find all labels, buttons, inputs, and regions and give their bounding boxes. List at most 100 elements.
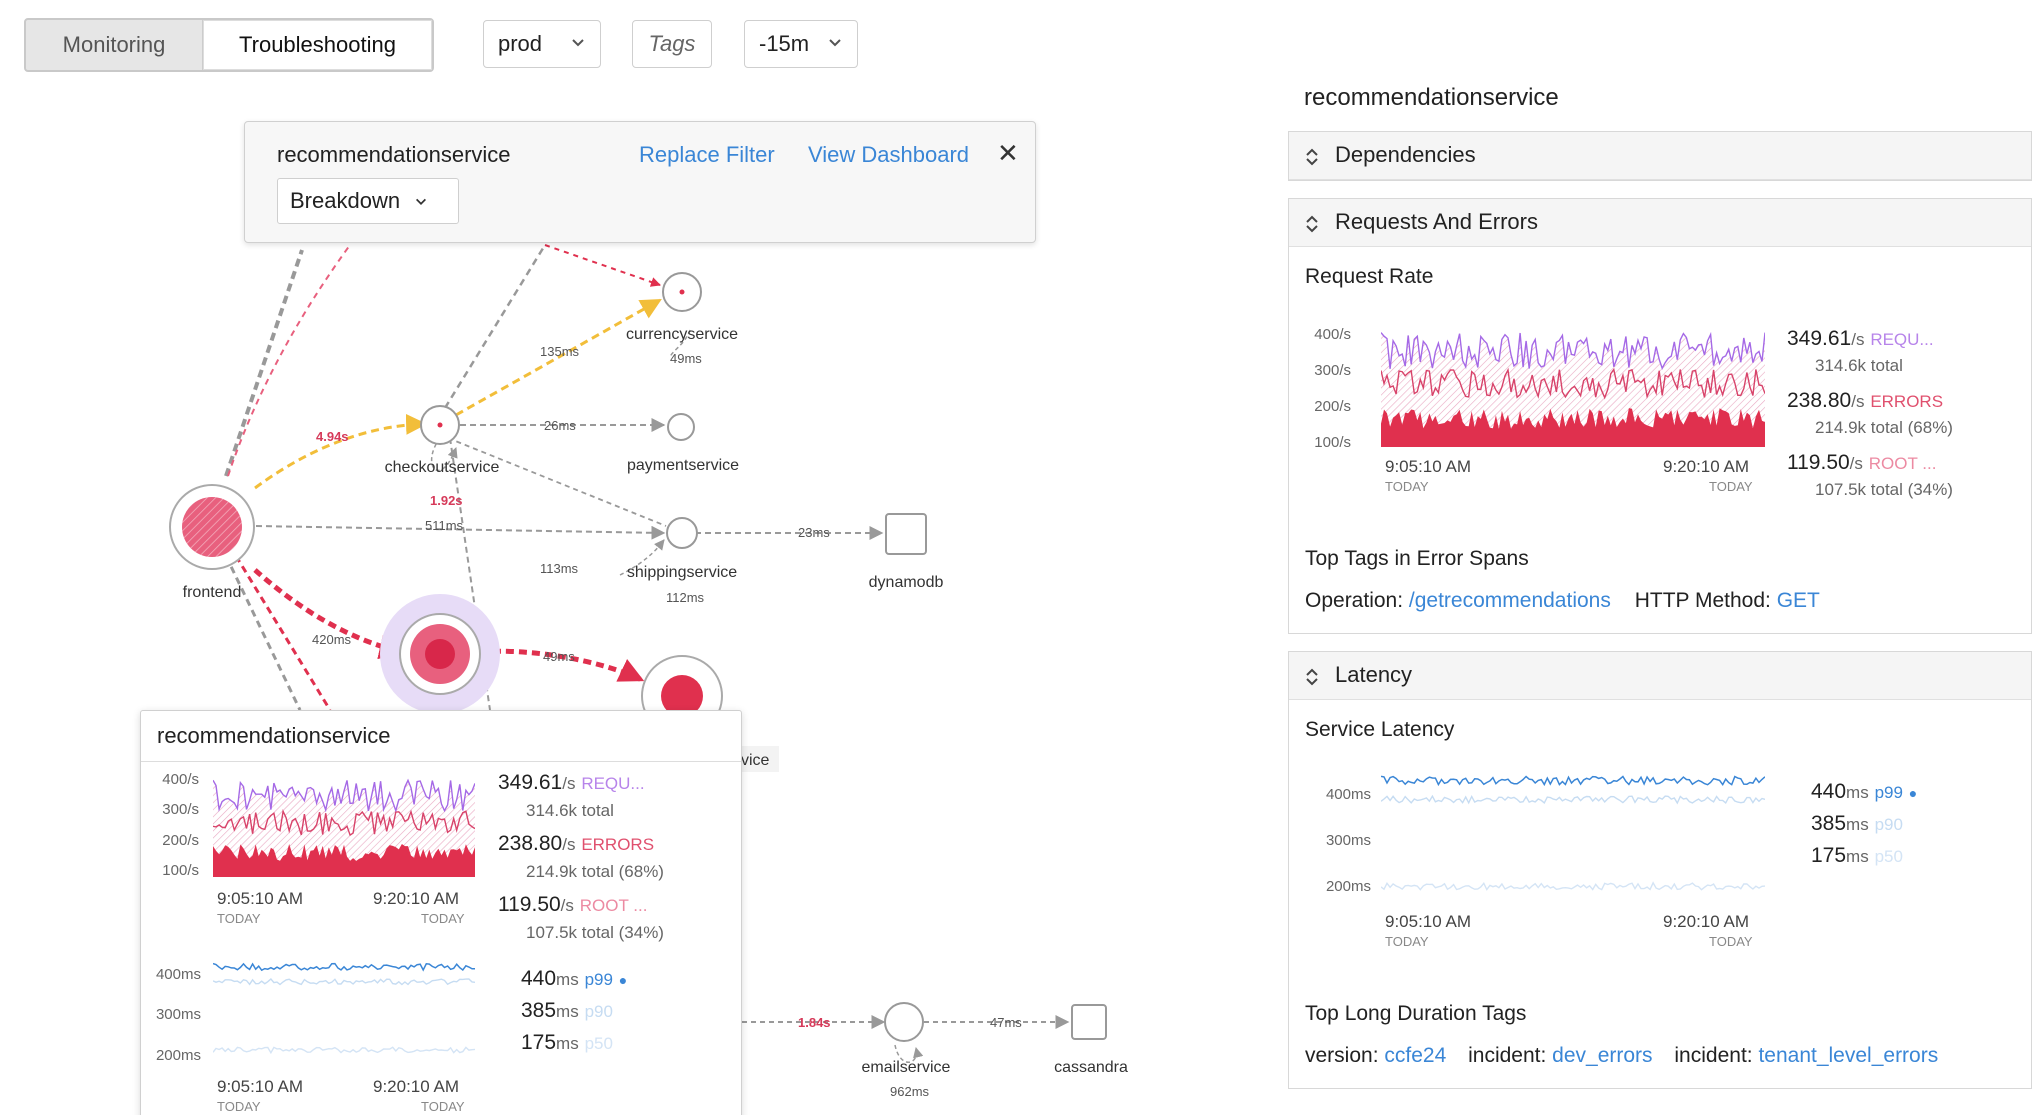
root-total: 107.5k total (34%) (1815, 480, 1953, 499)
root-rate: 119.50/s ROOT ... (498, 893, 648, 916)
today-label: TODAY (1709, 934, 1753, 949)
p50-line (1381, 881, 1765, 891)
latency-chart[interactable] (1381, 768, 1765, 908)
edge-label: 135ms (540, 344, 580, 359)
node-emailservice[interactable]: emailservice (862, 1002, 951, 1076)
divider (141, 761, 741, 762)
today-label: TODAY (217, 911, 261, 926)
latency-p99: 440ms p99 ● (521, 967, 628, 990)
http-method-tag-link[interactable]: GET (1777, 589, 1820, 612)
requests-rate: 349.61/s REQU... (1787, 327, 1934, 350)
errors-total: 214.9k total (68%) (526, 862, 664, 881)
close-icon[interactable]: ✕ (997, 138, 1019, 169)
node-label: dynamodb (869, 574, 944, 591)
latency-p50: 175ms p50 (1811, 844, 1903, 867)
expand-collapse-icon (1306, 215, 1318, 233)
edge-label: 49ms (543, 649, 575, 664)
latency-section: Latency Service Latency 400ms 300ms 200m… (1288, 651, 2032, 1089)
service-latency-label: Service Latency (1305, 718, 1455, 741)
time-start: 9:05:10 AM (1385, 457, 1472, 476)
breakdown-label: Breakdown (290, 188, 401, 213)
panel-title: recommendationservice (1304, 84, 1559, 111)
time-end: 9:20:10 AM (1663, 457, 1750, 476)
today-label: TODAY (421, 911, 465, 926)
edge-label: 962ms (890, 1084, 930, 1099)
y-axis-tick: 200/s (1314, 398, 1351, 415)
request-rate-chart[interactable] (213, 767, 475, 877)
p90-line (213, 978, 475, 986)
today-label: TODAY (217, 1099, 261, 1114)
requests-errors-header[interactable]: Requests And Errors (1289, 199, 2031, 247)
y-axis-tick: 300/s (1314, 362, 1351, 379)
p99-dot-icon: ● (1908, 785, 1918, 801)
latency-header[interactable]: Latency (1289, 652, 2031, 700)
node-label: checkoutservice (385, 459, 500, 476)
time-end: 9:20:10 AM (1663, 912, 1750, 931)
tag-key: version: (1305, 1044, 1379, 1067)
y-axis-tick: 100/s (1314, 434, 1351, 451)
errors-rate: 238.80/s ERRORS (1787, 389, 1944, 412)
top-tags-errors-label: Top Tags in Error Spans (1305, 547, 1529, 570)
node-recommendationservice[interactable] (380, 594, 500, 714)
latency-p50: 175ms p50 (521, 1031, 613, 1054)
incident-tag-link[interactable]: tenant_level_errors (1758, 1044, 1938, 1067)
y-axis-tick: 100/s (162, 862, 199, 879)
expand-collapse-icon (1306, 148, 1318, 166)
dependencies-header[interactable]: Dependencies (1289, 132, 2031, 180)
replace-filter-link[interactable]: Replace Filter (639, 142, 775, 168)
p99-line (1381, 775, 1765, 787)
node-checkoutservice[interactable]: checkoutservice (385, 405, 500, 476)
edge-label: 113ms (540, 561, 579, 576)
latency-p90: 385ms p90 (1811, 812, 1903, 835)
breakdown-dropdown[interactable]: Breakdown (277, 178, 459, 224)
tag-key: Operation: (1305, 589, 1404, 612)
today-label: TODAY (421, 1099, 465, 1114)
tag-key: incident: (1674, 1044, 1753, 1067)
tooltip-title: recommendationservice (157, 723, 391, 748)
edge-label: 1.84s (798, 1015, 831, 1030)
requests-errors-section: Requests And Errors Request Rate 400/s 3… (1288, 198, 2032, 634)
y-axis-tick: 400ms (155, 966, 201, 983)
edge-label: 23ms (798, 525, 830, 540)
y-axis-tick: 300ms (155, 1006, 201, 1023)
edge-label: 47ms (990, 1015, 1022, 1030)
section-label: Dependencies (1335, 142, 1476, 167)
version-tag-link[interactable]: ccfe24 (1384, 1044, 1446, 1067)
y-axis-tick: 200ms (155, 1047, 201, 1064)
error-tags-row: Operation: /getrecommendations HTTP Meth… (1305, 589, 1820, 613)
node-shippingservice[interactable]: shippingservice (627, 517, 737, 581)
y-axis-tick: 300ms (1325, 832, 1371, 849)
p99-dot-icon: ● (618, 972, 628, 988)
node-label: frontend (183, 584, 242, 601)
node-frontend[interactable]: frontend (169, 484, 255, 601)
p90-line (1381, 794, 1765, 805)
node-label: currencyservice (626, 326, 738, 343)
p50-line (213, 1046, 475, 1055)
node-dynamodb[interactable]: dynamodb (869, 513, 944, 591)
node-label: emailservice (862, 1059, 951, 1076)
today-label: TODAY (1385, 479, 1429, 494)
time-start: 9:05:10 AM (217, 889, 304, 908)
long-tags-row: version: ccfe24 incident: dev_errors inc… (1305, 1044, 1938, 1068)
section-label: Requests And Errors (1335, 209, 1538, 234)
y-axis-tick: 200/s (162, 832, 199, 849)
latency-p99: 440ms p99 ● (1811, 780, 1918, 803)
node-paymentservice[interactable]: paymentservice (627, 413, 739, 474)
top-long-tags-label: Top Long Duration Tags (1305, 1002, 1527, 1025)
time-start: 9:05:10 AM (217, 1077, 304, 1096)
edge-label: 49ms (670, 351, 702, 366)
edge-label: 1.92s (430, 493, 463, 508)
service-tooltip: recommendationservice 400/s 300/s 200/s … (140, 710, 742, 1115)
requests-rate: 349.61/s REQU... (498, 771, 645, 794)
view-dashboard-link[interactable]: View Dashboard (808, 142, 969, 168)
incident-tag-link[interactable]: dev_errors (1552, 1044, 1652, 1067)
operation-tag-link[interactable]: /getrecommendations (1409, 589, 1611, 612)
edge-label: 4.94s (316, 429, 349, 444)
request-rate-chart[interactable] (1381, 317, 1765, 447)
edge-label: 26ms (544, 418, 576, 433)
node-cassandra[interactable]: cassandra (1054, 1004, 1128, 1076)
chevron-down-icon (416, 198, 427, 206)
today-label: TODAY (1709, 479, 1753, 494)
latency-chart[interactable] (213, 957, 475, 1067)
tag-key: incident: (1468, 1044, 1547, 1067)
